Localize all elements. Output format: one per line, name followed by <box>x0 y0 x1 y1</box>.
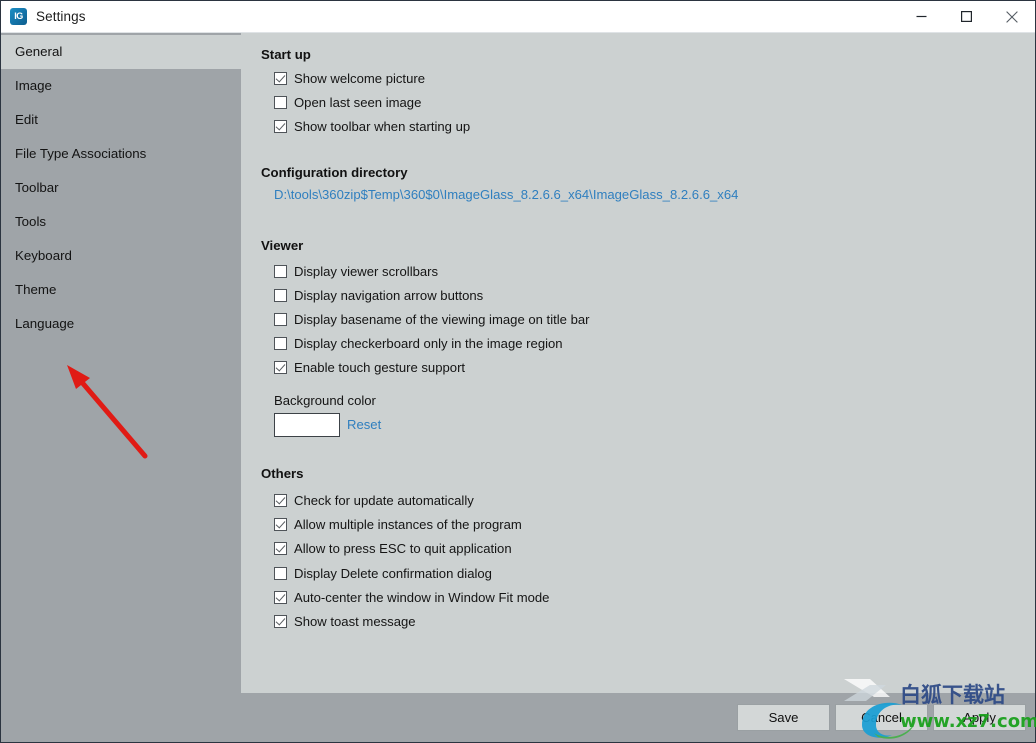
checkbox-box[interactable] <box>274 541 287 555</box>
sidebar-item-keyboard[interactable]: Keyboard <box>1 239 241 273</box>
sidebar-item-image[interactable]: Image <box>1 69 241 103</box>
checkbox-box[interactable] <box>274 614 287 628</box>
checkbox-allow-multiple-instances[interactable]: Allow multiple instances of the program <box>274 515 522 533</box>
window-body: General Image Edit File Type Association… <box>1 33 1035 693</box>
sidebar-item-language[interactable]: Language <box>1 307 241 341</box>
configuration-directory-link[interactable]: D:\tools\360zip$Temp\360$0\ImageGlass_8.… <box>274 187 738 202</box>
checkbox-show-toast-message[interactable]: Show toast message <box>274 612 416 630</box>
sidebar-item-file-type-associations[interactable]: File Type Associations <box>1 137 241 171</box>
checkbox-label: Show toolbar when starting up <box>294 118 471 134</box>
sidebar-item-label: Keyboard <box>15 248 72 263</box>
checkbox-box[interactable] <box>274 264 287 278</box>
maximize-button[interactable] <box>944 1 989 32</box>
checkbox-label: Display navigation arrow buttons <box>294 287 484 303</box>
sidebar-item-label: General <box>15 44 63 59</box>
checkbox-open-last-seen-image[interactable]: Open last seen image <box>274 93 421 111</box>
sidebar-item-label: Tools <box>15 214 47 229</box>
checkbox-display-navigation-arrow-buttons[interactable]: Display navigation arrow buttons <box>274 286 483 304</box>
sidebar-item-theme[interactable]: Theme <box>1 273 241 307</box>
checkbox-label: Check for update automatically <box>294 492 474 508</box>
checkbox-show-toolbar-when-starting-up[interactable]: Show toolbar when starting up <box>274 117 470 135</box>
window-controls <box>899 1 1035 32</box>
apply-button[interactable]: Apply <box>933 704 1026 731</box>
settings-nav-sidebar: General Image Edit File Type Association… <box>1 33 241 693</box>
sidebar-item-toolbar[interactable]: Toolbar <box>1 171 241 205</box>
viewer-section-title: Viewer <box>261 238 304 253</box>
checkbox-box[interactable] <box>274 95 287 109</box>
checkbox-show-welcome-picture[interactable]: Show welcome picture <box>274 69 425 87</box>
dialog-footer: Save Cancel Apply <box>1 693 1035 742</box>
sidebar-item-general[interactable]: General <box>1 35 241 69</box>
checkbox-display-viewer-scrollbars[interactable]: Display viewer scrollbars <box>274 262 438 280</box>
checkbox-allow-esc-to-quit[interactable]: Allow to press ESC to quit application <box>274 539 512 557</box>
minimize-icon <box>916 15 927 18</box>
checkbox-box[interactable] <box>274 312 287 326</box>
sidebar-item-edit[interactable]: Edit <box>1 103 241 137</box>
checkbox-label: Auto-center the window in Window Fit mod… <box>294 589 550 605</box>
checkbox-box[interactable] <box>274 590 287 604</box>
cancel-button[interactable]: Cancel <box>835 704 928 731</box>
checkbox-label: Display Delete confirmation dialog <box>294 565 492 581</box>
checkbox-box[interactable] <box>274 336 287 350</box>
checkbox-label: Display checkerboard only in the image r… <box>294 335 563 351</box>
sidebar-item-label: Theme <box>15 282 57 297</box>
checkbox-box[interactable] <box>274 360 287 374</box>
checkbox-label: Display basename of the viewing image on… <box>294 311 590 327</box>
checkbox-box[interactable] <box>274 71 287 85</box>
maximize-icon <box>961 11 972 22</box>
settings-content-panel: Start up Show welcome picture Open last … <box>241 33 1035 693</box>
close-icon <box>1006 10 1018 23</box>
red-arrow-annotation <box>67 365 148 459</box>
settings-window: IG Settings General Image Edit File Type… <box>0 0 1036 743</box>
window-title: Settings <box>36 9 86 24</box>
close-button[interactable] <box>989 1 1035 32</box>
background-color-label: Background color <box>274 393 376 408</box>
checkbox-box[interactable] <box>274 566 287 580</box>
background-color-reset-link[interactable]: Reset <box>347 417 381 432</box>
imageglass-icon: IG <box>10 8 27 25</box>
checkbox-label: Display viewer scrollbars <box>294 263 439 279</box>
background-color-swatch[interactable] <box>274 413 340 437</box>
checkbox-label: Show toast message <box>294 613 416 629</box>
checkbox-display-basename-on-title-bar[interactable]: Display basename of the viewing image on… <box>274 310 590 328</box>
others-section-title: Others <box>261 466 304 481</box>
checkbox-box[interactable] <box>274 493 287 507</box>
title-bar: IG Settings <box>1 1 1035 33</box>
minimize-button[interactable] <box>899 1 944 32</box>
checkbox-enable-touch-gesture-support[interactable]: Enable touch gesture support <box>274 358 465 376</box>
checkbox-display-checkerboard-image-region[interactable]: Display checkerboard only in the image r… <box>274 334 563 352</box>
checkbox-auto-center-window-fit-mode[interactable]: Auto-center the window in Window Fit mod… <box>274 588 549 606</box>
sidebar-item-label: File Type Associations <box>15 146 147 161</box>
configuration-directory-title: Configuration directory <box>261 165 408 180</box>
sidebar-item-label: Edit <box>15 112 38 127</box>
startup-section-title: Start up <box>261 47 311 62</box>
checkbox-label: Allow to press ESC to quit application <box>294 540 512 556</box>
save-button[interactable]: Save <box>737 704 830 731</box>
sidebar-item-label: Toolbar <box>15 180 59 195</box>
sidebar-item-label: Image <box>15 78 52 93</box>
checkbox-label: Allow multiple instances of the program <box>294 516 522 532</box>
checkbox-box[interactable] <box>274 288 287 302</box>
checkbox-box[interactable] <box>274 119 287 133</box>
checkbox-box[interactable] <box>274 517 287 531</box>
checkbox-display-delete-confirmation-dialog[interactable]: Display Delete confirmation dialog <box>274 564 492 582</box>
checkbox-label: Enable touch gesture support <box>294 359 466 375</box>
checkbox-check-for-update-automatically[interactable]: Check for update automatically <box>274 491 474 509</box>
sidebar-item-label: Language <box>15 316 75 331</box>
checkbox-label: Open last seen image <box>294 94 422 110</box>
sidebar-item-tools[interactable]: Tools <box>1 205 241 239</box>
app-icon-glyph: IG <box>14 11 23 21</box>
checkbox-label: Show welcome picture <box>294 70 425 86</box>
